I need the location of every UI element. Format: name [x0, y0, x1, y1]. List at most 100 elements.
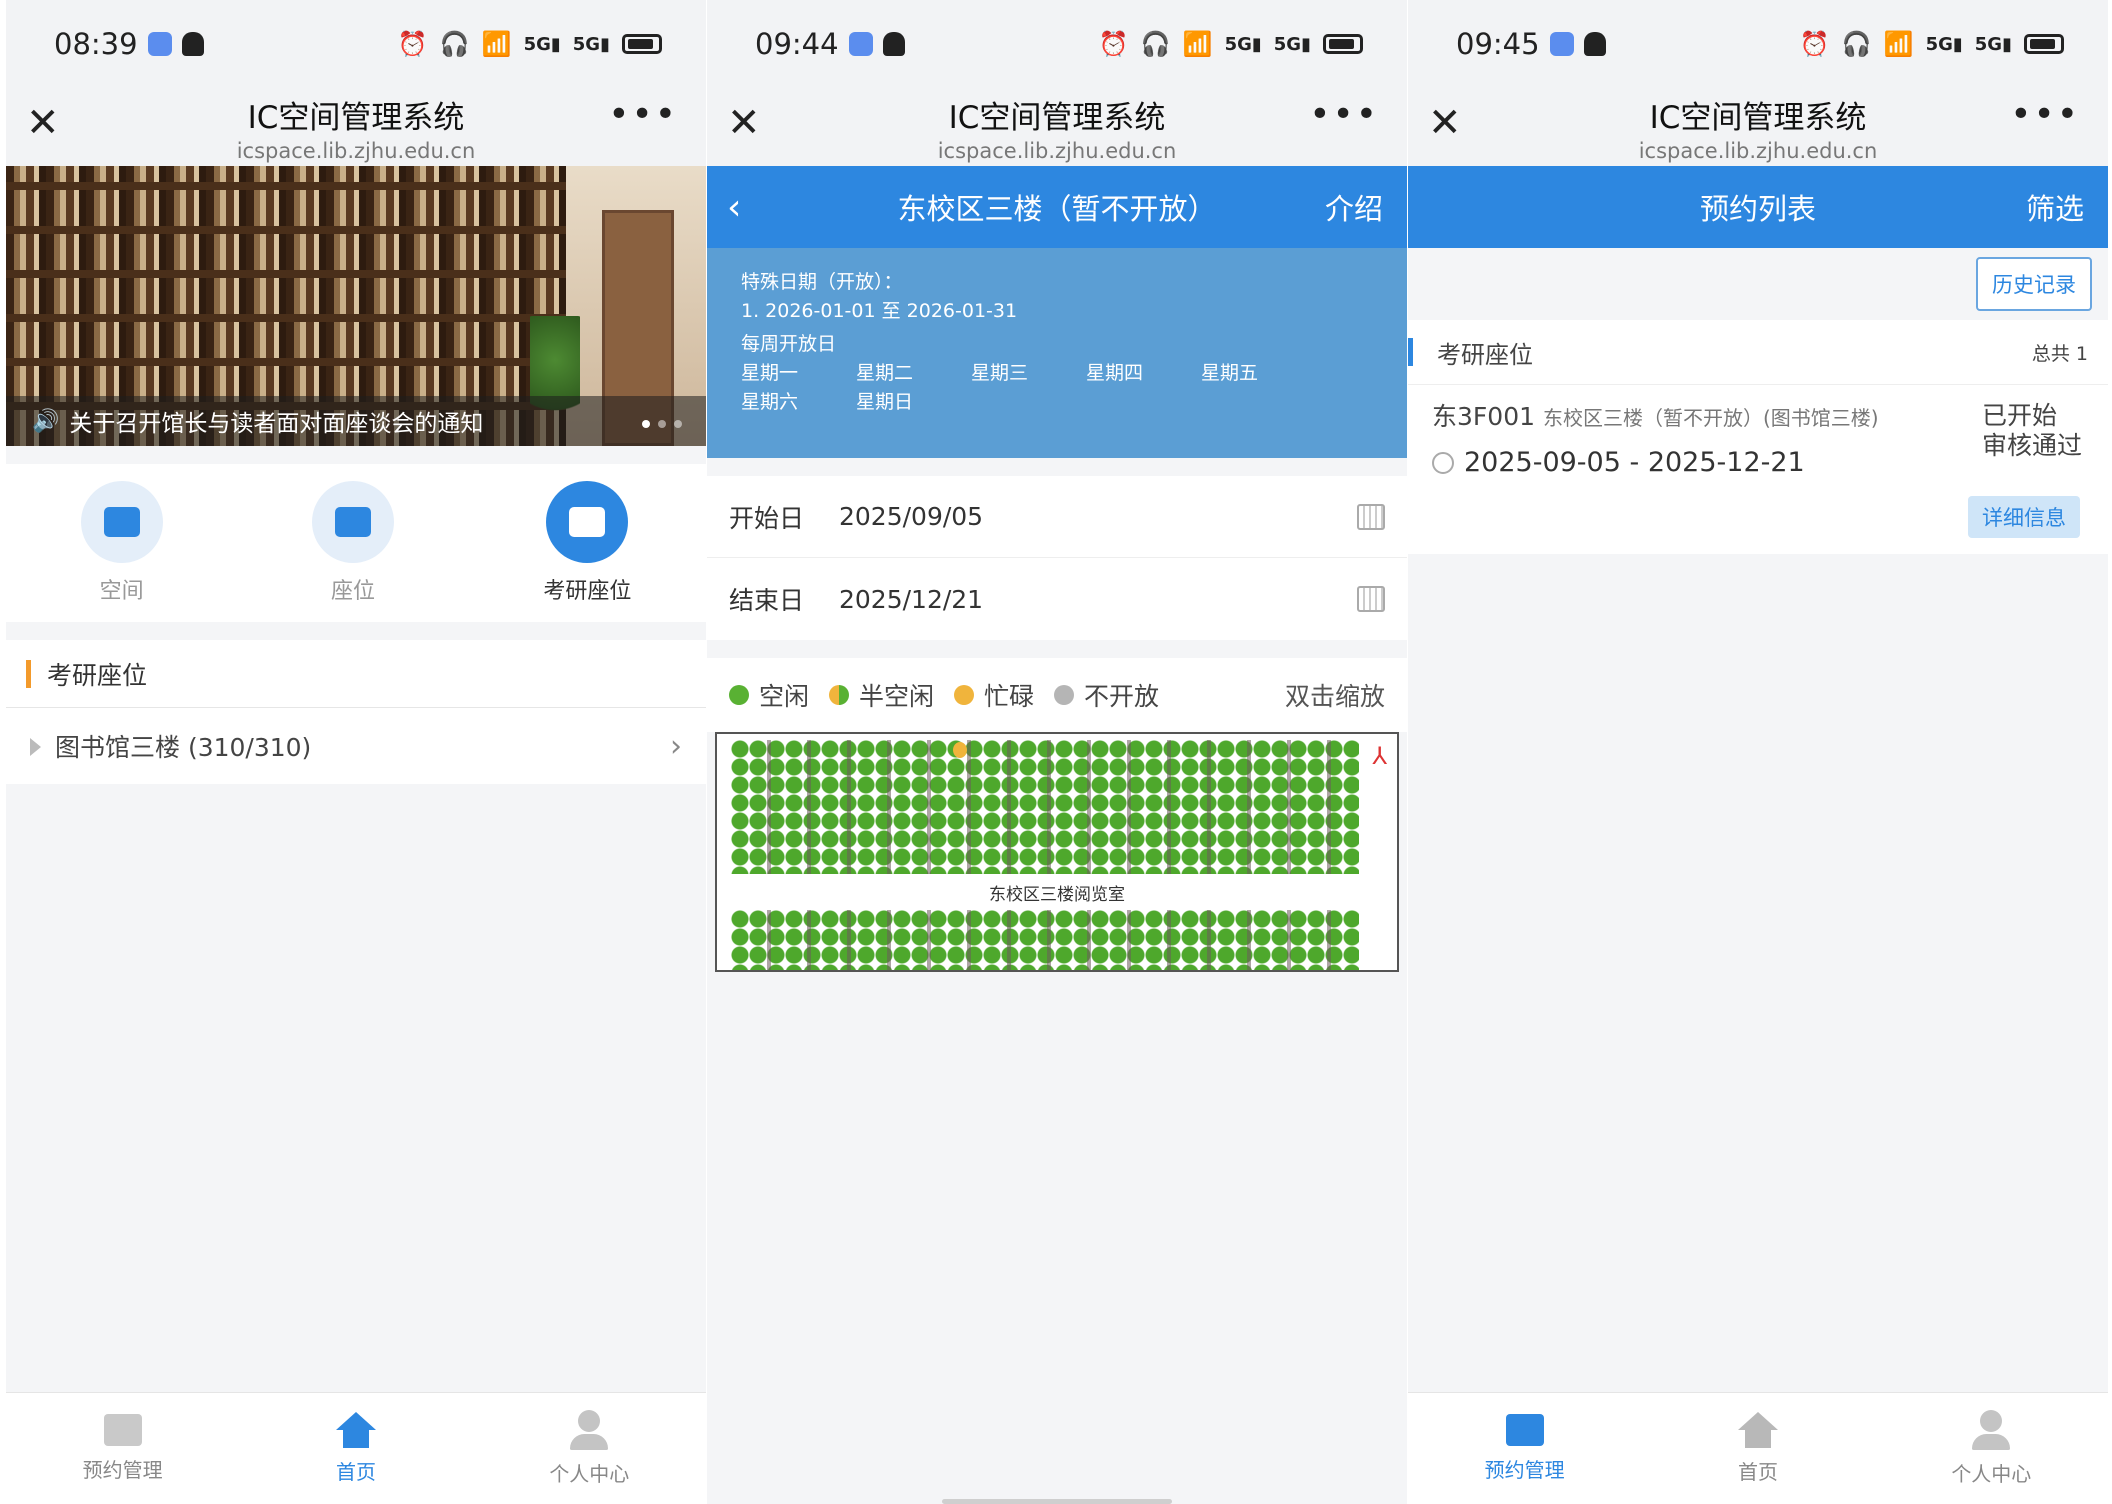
section-title: 考研座位	[1437, 340, 1533, 369]
bell-icon	[1583, 32, 1606, 56]
app-domain: icspace.lib.zjhu.edu.cn	[1638, 139, 1878, 163]
booking-status: 已开始 审核通过	[1981, 401, 2082, 460]
speaker-icon: 🔊	[32, 408, 60, 434]
tab-booking[interactable]: 预约管理	[53, 1414, 193, 1483]
armchair-icon	[569, 507, 606, 537]
bell-icon	[882, 32, 905, 56]
busy-dot-icon	[954, 685, 975, 705]
status-time: 08:39	[54, 27, 138, 61]
phone-screen-seatmap: 09:44 ⏰ 🎧 📶 5G▮ 5G▮ ✕ IC空间管理系统 icspace.l…	[707, 0, 1407, 1504]
banner-caption[interactable]: 🔊 关于召开馆长与读者面对面座谈会的通知	[6, 396, 706, 446]
phone-screen-bookings: 09:45 ⏰ 🎧 📶 5G▮ 5G▮ ✕ IC空间管理系统 icspace.l…	[1408, 0, 2108, 1504]
clock-icon	[1432, 451, 1454, 474]
back-icon[interactable]: ‹	[727, 187, 741, 228]
bell-icon	[181, 32, 204, 56]
signal-5g-icon: 5G▮	[523, 33, 561, 55]
headphones-icon: 🎧	[1841, 30, 1872, 58]
home-icon	[1737, 1412, 1778, 1448]
category-row: 空间 座位 考研座位	[6, 464, 706, 622]
tab-profile[interactable]: 个人中心	[519, 1410, 659, 1487]
webview-titlebar: ✕ IC空间管理系统 icspace.lib.zjhu.edu.cn •••	[1408, 88, 2108, 166]
headphones-icon: 🎧	[1140, 30, 1171, 58]
status-bar: 09:44 ⏰ 🎧 📶 5G▮ 5G▮	[707, 0, 1407, 88]
headphones-icon: 🎧	[439, 30, 470, 58]
alarm-icon: ⏰	[1799, 30, 1830, 58]
carousel-dots	[642, 420, 682, 428]
free-dot-icon	[729, 685, 749, 705]
tab-home[interactable]: 首页	[1688, 1412, 1828, 1485]
seat-map[interactable]: 东校区三楼阅览室 ⅄	[715, 732, 1399, 972]
page-title: 预约列表	[1699, 192, 1816, 226]
closed-dot-icon	[1054, 685, 1075, 705]
special-date-item: 1. 2026-01-01 至 2026-01-31	[741, 300, 1018, 322]
page-title: 东校区三楼（暂不开放）	[897, 192, 1217, 226]
app-title: IC空间管理系统	[247, 100, 465, 136]
banner-caption-text: 关于召开馆长与读者面对面座谈会的通知	[69, 411, 484, 437]
page-header: 预约列表 筛选	[1408, 166, 2108, 248]
more-icon[interactable]: •••	[1309, 94, 1379, 135]
app-notification-icon	[848, 32, 873, 56]
close-icon[interactable]: ✕	[727, 100, 761, 146]
half-free-dot-icon	[829, 685, 850, 705]
home-icon	[335, 1412, 376, 1448]
calendar-icon[interactable]	[1357, 503, 1385, 530]
alarm-icon: ⏰	[1098, 30, 1129, 58]
location-label: 图书馆三楼 (310/310)	[55, 733, 312, 762]
expand-triangle-icon	[30, 738, 41, 756]
status-bar: 09:45 ⏰ 🎧 📶 5G▮ 5G▮	[1408, 0, 2108, 88]
start-date-value: 2025/09/05	[839, 502, 984, 531]
history-row: 历史记录	[1408, 248, 2108, 320]
category-exam-seat[interactable]: 考研座位	[543, 481, 631, 605]
intro-button[interactable]: 介绍	[1325, 186, 1383, 228]
page-header: ‹ 东校区三楼（暂不开放） 介绍	[707, 166, 1407, 248]
battery-icon	[2024, 34, 2064, 54]
end-date-value: 2025/12/21	[839, 584, 984, 614]
seat-legend: 空闲 半空闲 忙碌 不开放 双击缩放	[707, 658, 1407, 732]
status-bar: 08:39 ⏰ 🎧 📶 5G▮ 5G▮	[6, 0, 706, 88]
status-time: 09:45	[1456, 27, 1540, 61]
cube-icon	[103, 507, 140, 537]
home-indicator	[942, 1499, 1172, 1504]
busy-seat[interactable]	[953, 742, 967, 758]
tab-booking[interactable]: 预约管理	[1455, 1414, 1595, 1483]
calendar-icon[interactable]	[1357, 586, 1385, 612]
tab-home[interactable]: 首页	[286, 1412, 426, 1485]
app-title: IC空间管理系统	[1649, 100, 1867, 136]
category-space[interactable]: 空间	[80, 481, 163, 605]
alarm-icon: ⏰	[397, 30, 428, 58]
person-icon	[1972, 1410, 2011, 1450]
total-count: 总共 1	[2031, 342, 2088, 365]
weekday-list: 星期一 星期二 星期三 星期四 星期五 星期六 星期日	[741, 362, 1259, 413]
open-info-panel: 特殊日期（开放）： 1. 2026-01-01 至 2026-01-31 每周开…	[707, 248, 1407, 458]
webview-titlebar: ✕ IC空间管理系统 icspace.lib.zjhu.edu.cn •••	[6, 88, 706, 166]
tab-profile[interactable]: 个人中心	[1921, 1410, 2061, 1487]
weekly-label: 每周开放日	[741, 333, 837, 355]
north-arrow-icon: ⅄	[1372, 742, 1387, 770]
battery-icon	[622, 34, 662, 54]
phone-screen-home: 08:39 ⏰ 🎧 📶 5G▮ 5G▮ ✕ IC空间管理系统 icspace.l…	[6, 0, 706, 1504]
zoom-hint: 双击缩放	[1284, 682, 1385, 711]
calendar-icon	[103, 1414, 142, 1446]
more-icon[interactable]: •••	[608, 94, 678, 135]
history-button[interactable]: 历史记录	[1976, 257, 2092, 311]
seat-location: 东校区三楼（暂不开放）(图书馆三楼)	[1542, 406, 1879, 430]
close-icon[interactable]: ✕	[26, 100, 60, 146]
tab-bar: 预约管理 首页 个人中心	[1408, 1392, 2108, 1504]
more-icon[interactable]: •••	[2010, 94, 2080, 135]
chevron-right-icon: ›	[670, 728, 682, 764]
detail-button[interactable]: 详细信息	[1968, 496, 2080, 538]
booking-card[interactable]: 东3F001 东校区三楼（暂不开放）(图书馆三楼) 2025-09-05 - 2…	[1408, 384, 2108, 554]
category-seat[interactable]: 座位	[311, 481, 394, 605]
banner-carousel[interactable]: 🔊 关于召开馆长与读者面对面座谈会的通知	[6, 166, 706, 446]
special-date-label: 特殊日期（开放）：	[741, 271, 903, 293]
filter-button[interactable]: 筛选	[2026, 186, 2084, 228]
start-date-row[interactable]: 开始日 2025/09/05	[707, 476, 1407, 558]
wifi-icon: 📶	[1883, 30, 1914, 58]
section-title: 考研座位	[47, 660, 148, 690]
end-date-row[interactable]: 结束日 2025/12/21	[707, 558, 1407, 640]
location-row[interactable]: 图书馆三楼 (310/310) ›	[6, 708, 706, 784]
close-icon[interactable]: ✕	[1428, 100, 1462, 146]
app-domain: icspace.lib.zjhu.edu.cn	[937, 139, 1177, 163]
room-label: 东校区三楼阅览室	[989, 885, 1125, 905]
booking-section-header: 考研座位 总共 1	[1408, 320, 2108, 384]
